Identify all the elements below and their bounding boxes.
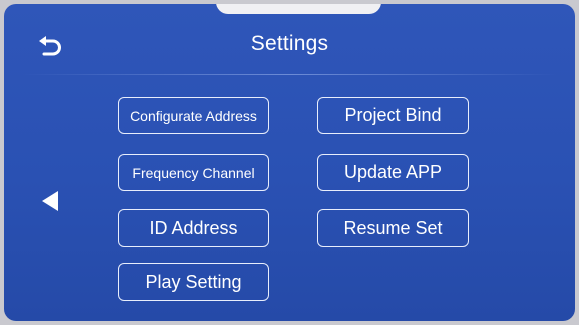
frequency-channel-button[interactable]: Frequency Channel bbox=[118, 154, 269, 191]
configurate-address-button[interactable]: Configurate Address bbox=[118, 97, 269, 134]
id-address-button[interactable]: ID Address bbox=[118, 209, 269, 247]
top-notch bbox=[216, 4, 381, 14]
play-setting-button[interactable]: Play Setting bbox=[118, 263, 269, 301]
update-app-button[interactable]: Update APP bbox=[317, 154, 469, 191]
page-title: Settings bbox=[250, 32, 329, 55]
header-divider bbox=[22, 74, 557, 75]
project-bind-button[interactable]: Project Bind bbox=[317, 97, 469, 134]
settings-screen: Settings Configurate Address Frequency C… bbox=[4, 4, 575, 321]
resume-set-button[interactable]: Resume Set bbox=[317, 209, 469, 247]
triangle-left-icon[interactable] bbox=[40, 188, 62, 214]
